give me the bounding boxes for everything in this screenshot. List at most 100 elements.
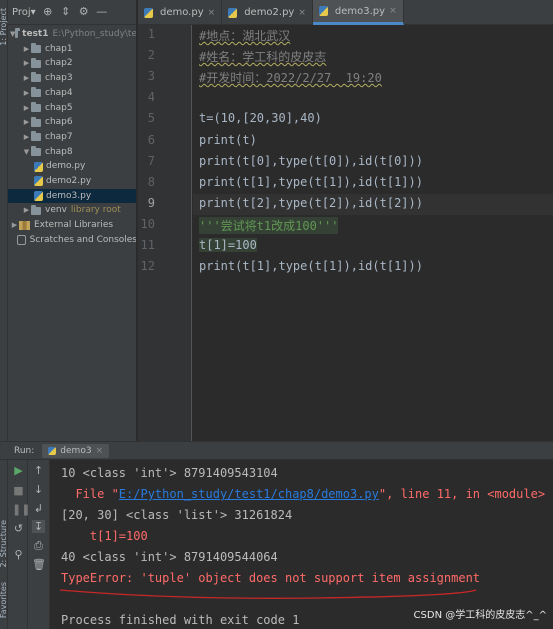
project-view-selector[interactable]: Proj▾ [12,7,36,18]
tree-item-label: demo.py [46,161,86,172]
tree-item-chap5[interactable]: ▶ chap5 [8,101,136,116]
code-editor[interactable]: #地点：湖北武汉 #姓名：学工科的皮皮志 #开发时间：2022/2/27 19:20… [193,25,553,441]
pin-icon[interactable]: ⚲ [12,548,25,561]
code-line[interactable]: print(t) [199,133,257,147]
collapse-icon[interactable]: ⇕ [60,6,72,18]
folder-icon [31,87,41,98]
code-line[interactable]: print(t[1],type(t[1]),id(t[1])) [199,259,423,273]
project-panel: Proj▾ ⊕ ⇕ ⚙ — ▼ test1 E:\Python_study\te ▶ c… [8,0,137,441]
code-line[interactable]: print(t[1],type(t[1]),id(t[1])) [199,175,423,189]
code-line[interactable]: #开发时间：2022/2/27 19:20 [199,69,382,86]
favorites-tool-window-label[interactable]: Favorites [0,582,8,618]
close-icon[interactable]: × [96,446,104,456]
close-icon[interactable]: × [389,6,397,16]
tree-item-path: E:\Python_study\te [52,29,137,39]
rerun-icon[interactable]: ▶ [12,464,25,477]
tab-demo2-py[interactable]: demo2.py × [222,0,313,25]
restore-layout-icon[interactable]: ↺ [12,522,25,535]
folder-icon [31,57,41,68]
line-number: 11 [140,238,155,252]
line-number: 6 [147,132,155,147]
line-number: 12 [140,259,155,274]
scroll-down-icon[interactable]: ↓ [32,483,45,496]
print-icon[interactable]: ⎙ [32,539,45,552]
scratches-icon [17,235,26,246]
scroll-up-icon[interactable]: ↑ [32,464,45,477]
python-run-icon [48,446,57,455]
run-label: Run: [14,445,35,456]
chevron-right-icon[interactable]: ▶ [22,101,31,116]
file-link[interactable]: E:/Python_study/test1/chap8/demo3.py [119,487,379,501]
line-number: 3 [147,69,155,84]
tree-item-label: venv [45,205,67,216]
tree-item-chap8[interactable]: ▼ chap8 [8,145,136,160]
tab-demo3-py[interactable]: demo3.py × [312,0,404,25]
tree-item-test1[interactable]: ▼ test1 E:\Python_study\te [8,27,137,42]
tab-demo-py[interactable]: demo.py × [138,0,223,25]
scroll-to-end-icon[interactable]: ↧ [32,520,45,533]
line-number: 4 [147,90,155,105]
tree-item-demo-py[interactable]: demo.py [8,159,136,174]
tree-item-chap6[interactable]: ▶ chap6 [8,115,136,130]
line-number: 8 [147,174,155,189]
tree-item-external-libraries[interactable]: ▶ External Libraries [8,218,136,233]
tree-item-chap1[interactable]: ▶ chap1 [8,42,136,57]
run-tab[interactable]: demo3 × [42,443,110,458]
trash-icon[interactable]: 🗑 [32,558,46,571]
hide-icon[interactable]: — [96,6,108,18]
chevron-right-icon[interactable]: ▶ [10,218,19,233]
console-error-line: File "E:/Python_study/test1/chap8/demo3.… [61,487,545,501]
folder-icon [31,131,41,142]
tree-item-path: library root [70,205,121,216]
console-line-suffix: ", line 11, in <module> [378,487,546,501]
code-line[interactable]: t[1]=100 [199,238,257,252]
python-file-icon [34,161,43,172]
console-line-prefix: File " [61,487,119,501]
soft-wrap-icon[interactable]: ↲ [32,502,45,515]
tool-window-strip: 1: Project 2: Structure Favorites [0,0,8,629]
tree-item-label: chap4 [45,87,73,98]
tree-item-label: chap8 [45,146,73,157]
code-line[interactable]: print(t[0],type(t[0]),id(t[0])) [199,154,423,168]
python-file-icon [144,7,153,18]
line-number: 7 [147,153,155,168]
gear-icon[interactable]: ⚙ [78,6,90,18]
tree-item-label: chap6 [45,117,73,128]
line-number: 2 [147,48,155,63]
tree-item-chap7[interactable]: ▶ chap7 [8,130,136,145]
close-icon[interactable]: × [208,8,216,18]
tree-item-chap2[interactable]: ▶ chap2 [8,56,136,71]
chevron-right-icon[interactable]: ▶ [22,71,31,86]
code-line[interactable]: #地点：湖北武汉 [199,27,290,44]
chevron-right-icon[interactable]: ▶ [22,42,31,57]
python-file-icon [34,191,43,202]
chevron-right-icon[interactable]: ▶ [22,115,31,130]
code-line[interactable]: print(t[2],type(t[2]),id(t[2])) [199,196,423,210]
close-icon[interactable]: × [298,8,306,18]
project-tool-window-label[interactable]: 1: Project [0,8,8,46]
chevron-right-icon[interactable]: ▶ [22,203,31,218]
tree-item-demo3-py[interactable]: demo3.py [8,188,136,204]
tree-item-scratches-and-consoles[interactable]: Scratches and Consoles [8,233,136,248]
chevron-right-icon[interactable]: ▶ [22,56,31,71]
target-icon[interactable]: ⊕ [42,6,54,18]
tree-item-chap3[interactable]: ▶ chap3 [8,71,136,86]
code-line[interactable]: t=(10,[20,30],40) [199,111,322,125]
code-line[interactable]: #姓名：学工科的皮皮志 [199,48,326,65]
chevron-down-icon[interactable]: ▼ [22,145,31,160]
tree-item-demo2-py[interactable]: demo2.py [8,174,136,189]
line-number: 9 [147,195,155,210]
tree-item-label: demo3.py [46,190,92,201]
watermark: CSDN @学工科的皮皮志^_^ [413,610,547,621]
line-number: 10 [140,216,155,231]
structure-tool-window-label[interactable]: 2: Structure [0,520,8,568]
tree-item-chap4[interactable]: ▶ chap4 [8,86,136,101]
pause-icon[interactable]: ❚❚ [12,503,30,516]
stop-icon[interactable]: ■ [12,484,25,497]
code-line[interactable]: '''尝试将t1改成100''' [199,216,339,234]
tree-item-venv[interactable]: ▶ venv library root [8,203,136,218]
line-number: 1 [147,27,155,41]
editor-tabs: demo.py × demo2.py × demo3.py × [138,0,553,25]
chevron-right-icon[interactable]: ▶ [22,130,31,145]
chevron-right-icon[interactable]: ▶ [22,86,31,101]
